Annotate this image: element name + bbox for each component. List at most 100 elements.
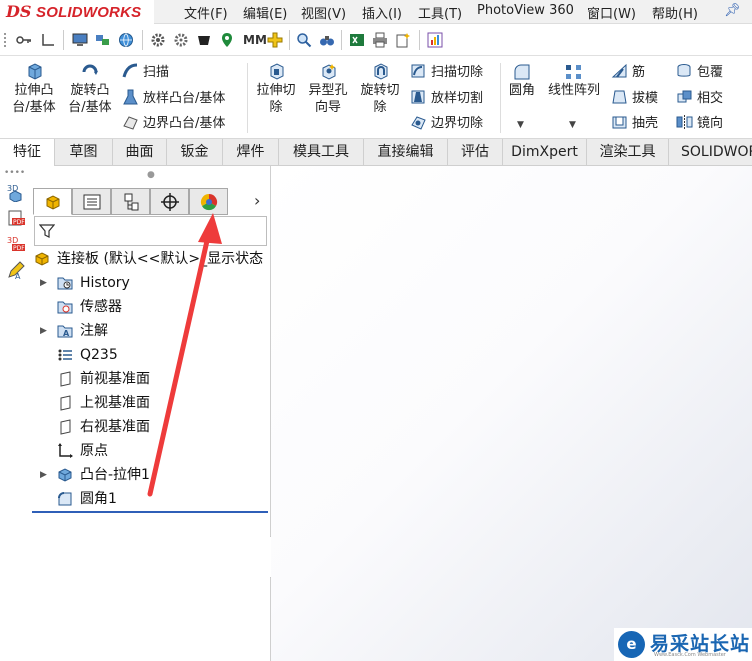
draft-button[interactable]: 拔模	[611, 89, 658, 107]
dimension-icon[interactable]: MM	[243, 33, 267, 49]
site-watermark: e 易采站长站 Www.Easck.Com Webmaster	[614, 628, 752, 661]
pin-icon[interactable]: 📌︎	[724, 3, 741, 18]
menu-edit[interactable]: 编辑(E)	[243, 3, 287, 22]
tab-solidworks-addins[interactable]: SOLIDWORKS	[669, 139, 752, 166]
menu-tools[interactable]: 工具(T)	[418, 3, 462, 22]
feature-filter[interactable]	[34, 216, 267, 246]
search-icon[interactable]	[296, 32, 312, 48]
tree-item-fillet[interactable]: 圆角1	[32, 488, 270, 510]
rib-button[interactable]: 筋	[611, 63, 645, 81]
tab-dimxpert-manager[interactable]	[150, 188, 189, 215]
tree-item-label: 原点	[80, 443, 108, 459]
extrude-cut-button[interactable]: 拉伸切 除	[250, 63, 302, 116]
tab-surfaces[interactable]: 曲面	[113, 139, 167, 166]
monitor-icon[interactable]	[72, 32, 88, 48]
mirror-button[interactable]: 镜向	[676, 114, 723, 132]
wrap-button[interactable]: 包覆	[676, 63, 723, 81]
tree-item-history[interactable]: ▶ History	[32, 272, 270, 294]
loft-boss-label: 放样凸台/基体	[143, 91, 226, 106]
new-document-icon[interactable]	[395, 32, 411, 48]
tree-item-origin[interactable]: 原点	[32, 440, 270, 462]
tab-evaluate[interactable]: 评估	[448, 139, 503, 166]
bucket-icon[interactable]	[196, 32, 212, 48]
expand-arrow-icon[interactable]: ▶	[40, 272, 47, 294]
fillet-dropdown-chevron-icon[interactable]: ▼	[517, 120, 524, 130]
menu-window[interactable]: 窗口(W)	[587, 3, 636, 22]
boundary-cut-button[interactable]: 边界切除	[410, 114, 483, 132]
3d-pdf-icon[interactable]: PDF	[6, 208, 26, 228]
extrude-boss-button[interactable]: 拉伸凸 台/基体	[8, 63, 60, 116]
menu-view[interactable]: 视图(V)	[301, 3, 346, 22]
revolve-boss-icon	[82, 64, 98, 75]
expand-arrow-icon[interactable]: ▶	[40, 320, 47, 342]
intersect-button[interactable]: 相交	[676, 89, 723, 107]
solidworks-logo[interactable]: DS SOLIDWORKS	[0, 0, 154, 24]
rollback-bar[interactable]	[32, 511, 268, 513]
expand-arrow-icon[interactable]: ▶	[40, 464, 47, 486]
sweep-button[interactable]: 扫描	[122, 63, 169, 81]
hole-wizard-button[interactable]: 异型孔 向导	[302, 63, 354, 116]
part-icon	[35, 252, 49, 266]
tree-item-right-plane[interactable]: 右视基准面	[32, 416, 270, 438]
tree-item-boss-extrude[interactable]: ▶ 凸台-拉伸1	[32, 464, 270, 486]
menu-help[interactable]: 帮助(H)	[652, 3, 698, 22]
menu-photoview[interactable]: PhotoView 360	[477, 3, 574, 18]
tab-features[interactable]: 特征	[0, 139, 55, 166]
panel-grip-dot[interactable]: ●	[147, 170, 155, 180]
globe-icon[interactable]	[118, 32, 134, 48]
tab-property-manager[interactable]	[72, 188, 111, 215]
lofted-cut-button[interactable]: 放样切割	[410, 89, 483, 107]
revolve-cut-button[interactable]: 旋转切 除	[354, 63, 406, 116]
3d-view-icon[interactable]: 3D	[6, 182, 26, 202]
tab-sketch[interactable]: 草图	[55, 139, 113, 166]
3d-pdf-export-icon[interactable]: 3DPDF	[6, 234, 26, 254]
chart-options-icon[interactable]	[427, 32, 443, 48]
cross-move-icon[interactable]	[267, 32, 283, 48]
hole-wizard-icon	[322, 64, 336, 80]
lofted-cut-icon	[411, 90, 425, 104]
excel-icon[interactable]	[349, 32, 365, 48]
tab-feature-tree[interactable]	[33, 188, 72, 215]
tab-direct-editing[interactable]: 直接编辑	[364, 139, 448, 166]
revolve-boss-button[interactable]: 旋转凸 台/基体	[64, 63, 116, 116]
tree-item-sensors[interactable]: 传感器	[32, 296, 270, 318]
tree-item-front-plane[interactable]: 前视基准面	[32, 368, 270, 390]
linear-pattern-button[interactable]: 线性阵列	[543, 63, 605, 99]
sidebar-grip[interactable]: ••••	[4, 168, 25, 178]
network-icon[interactable]	[94, 32, 110, 48]
swept-cut-icon	[411, 64, 425, 78]
key-icon[interactable]	[16, 32, 32, 48]
tree-item-top-plane[interactable]: 上视基准面	[32, 392, 270, 414]
graphics-area[interactable]	[271, 166, 752, 661]
tree-item-label: Q235	[80, 347, 118, 363]
location-pin-icon[interactable]	[219, 32, 235, 48]
shell-button[interactable]: 抽壳	[611, 114, 658, 132]
tab-sheet-metal[interactable]: 钣金	[167, 139, 223, 166]
sketch-line-icon[interactable]	[40, 32, 56, 48]
printer-icon[interactable]	[372, 32, 388, 48]
settings-gear-icon[interactable]	[173, 32, 189, 48]
tab-weldments[interactable]: 焊件	[223, 139, 279, 166]
toolbar-grip[interactable]	[4, 33, 7, 47]
boundary-boss-button[interactable]: 边界凸台/基体	[122, 114, 225, 132]
tree-root[interactable]: 连接板 (默认<<默认>_显示状态	[34, 248, 270, 270]
task-icon-bar: •••• 3D PDF 3D PDF A	[0, 166, 31, 661]
menu-file[interactable]: 文件(F)	[184, 3, 228, 22]
tree-item-material[interactable]: Q235	[32, 344, 270, 366]
pattern-dropdown-chevron-icon[interactable]: ▼	[569, 120, 576, 130]
tab-render-tools[interactable]: 渲染工具	[587, 139, 669, 166]
tab-dimxpert[interactable]: DimXpert	[503, 139, 587, 166]
gear-icon[interactable]	[150, 32, 166, 48]
swept-cut-button[interactable]: 扫描切除	[410, 63, 483, 81]
loft-boss-button[interactable]: 放样凸台/基体	[122, 89, 225, 107]
filter-funnel-icon[interactable]	[39, 223, 55, 239]
tree-item-annotations[interactable]: ▶ A 注解	[32, 320, 270, 342]
fillet-button[interactable]: 圆角	[503, 63, 541, 99]
tab-display-manager[interactable]	[189, 188, 228, 215]
markup-pencil-icon[interactable]: A	[6, 260, 26, 280]
tab-configuration-manager[interactable]	[111, 188, 150, 215]
tab-mold-tools[interactable]: 模具工具	[279, 139, 364, 166]
chevron-right-icon[interactable]: ›	[254, 191, 260, 210]
binoculars-icon[interactable]	[319, 32, 335, 48]
menu-insert[interactable]: 插入(I)	[362, 3, 402, 22]
